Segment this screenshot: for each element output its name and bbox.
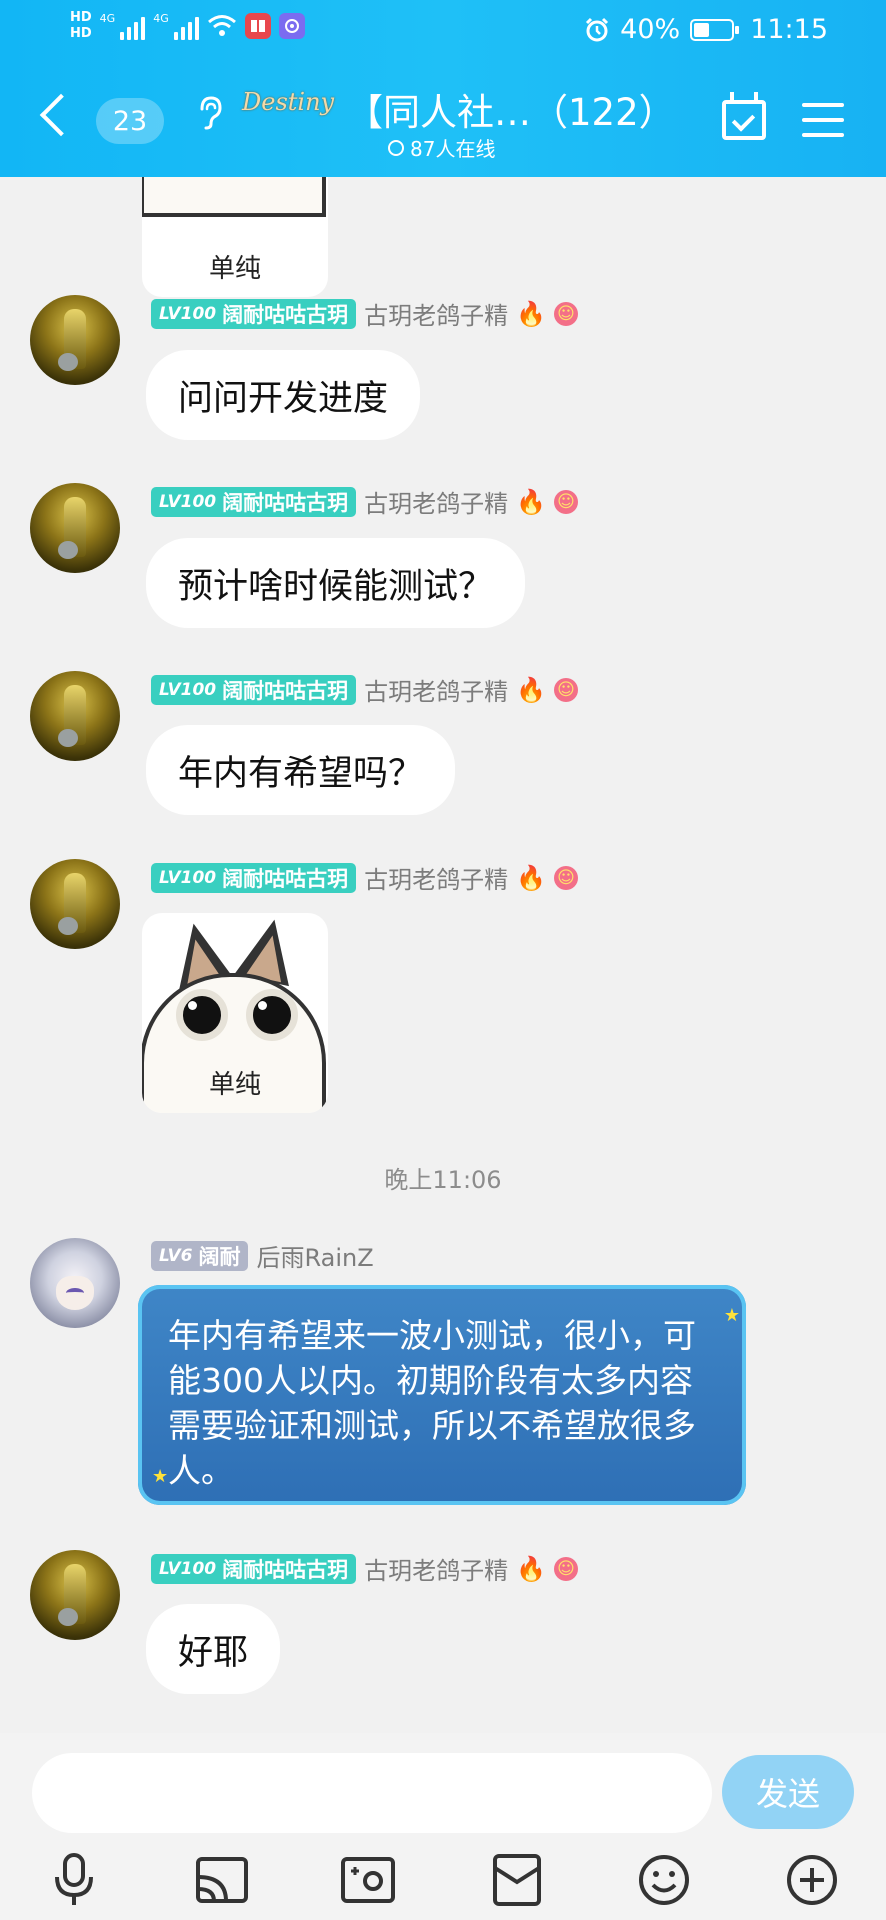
hd-label-2: HD bbox=[70, 26, 92, 41]
fire-icon: 🔥 bbox=[516, 863, 547, 892]
clock: 11:15 bbox=[750, 14, 828, 45]
level-title-badge: LV100 阔耐咕咕古玥 bbox=[151, 1553, 357, 1584]
avatar[interactable] bbox=[30, 1238, 120, 1328]
level-title-badge: LV6 阔耐 bbox=[151, 1240, 249, 1271]
level-title-badge: LV100 阔耐咕咕古玥 bbox=[151, 298, 357, 329]
status-left-icons: HD HD 4G 4G bbox=[70, 10, 305, 42]
avatar[interactable] bbox=[30, 1550, 120, 1640]
message-text: 年内有希望来一波小测试，很小，可能300人以内。初期阶段有太多内容需要验证和测试… bbox=[168, 1316, 696, 1490]
sender-nickname[interactable]: 古玥老鸽子精 bbox=[364, 672, 508, 707]
sticker-label: 单纯 bbox=[208, 1070, 261, 1100]
signal-icon-2: 4G bbox=[153, 12, 199, 40]
message-bubble[interactable]: 好耶 bbox=[146, 1604, 281, 1694]
avatar[interactable] bbox=[30, 671, 120, 761]
level-label: LV100 bbox=[159, 491, 217, 512]
level-label: LV100 bbox=[159, 679, 217, 700]
sender-nickname[interactable]: 古玥老鸽子精 bbox=[364, 484, 508, 519]
online-count-text: 87人在线 bbox=[410, 137, 496, 161]
level-label: LV100 bbox=[159, 1558, 217, 1579]
hd-indicator: HD HD bbox=[70, 10, 92, 42]
network-type-1: 4G bbox=[99, 12, 116, 25]
level-title-badge: LV100 阔耐咕咕古玥 bbox=[151, 486, 357, 517]
send-button[interactable]: 发送 bbox=[722, 1755, 854, 1829]
title-label: 阔耐咕咕古玥 bbox=[222, 490, 349, 515]
sender-nickname[interactable]: 古玥老鸽子精 bbox=[364, 1551, 508, 1586]
fire-icon: 🔥 bbox=[516, 675, 547, 704]
ear-icon[interactable] bbox=[196, 95, 224, 131]
sticker-message[interactable]: 单纯 bbox=[142, 913, 328, 1113]
title-label: 阔耐 bbox=[198, 1244, 241, 1269]
wifi-icon bbox=[207, 15, 236, 36]
title-label: 阔耐咕咕古玥 bbox=[222, 866, 349, 891]
star-icon: ★ bbox=[723, 1305, 740, 1326]
message-list[interactable]: 单纯 LV100 阔耐咕咕古玥 古玥老鸽子精 🔥 ☺ 问问开发进度 LV100 … bbox=[0, 177, 886, 1733]
fire-icon: 🔥 bbox=[516, 1554, 547, 1583]
smile-badge-icon: ☺ bbox=[554, 677, 579, 702]
sender-nickname[interactable]: 古玥老鸽子精 bbox=[364, 860, 508, 895]
message-bubble[interactable]: 问问开发进度 bbox=[146, 350, 421, 440]
sender-row: LV100 阔耐咕咕古玥 古玥老鸽子精 🔥 ☺ bbox=[151, 484, 579, 519]
battery-percent: 40% bbox=[620, 14, 681, 45]
sticker-message[interactable]: 单纯 bbox=[142, 177, 328, 297]
back-icon[interactable] bbox=[39, 93, 83, 137]
message-bubble[interactable]: 预计啥时候能测试？ bbox=[146, 538, 526, 628]
smile-badge-icon: ☺ bbox=[554, 489, 579, 514]
signal-icon-1: 4G bbox=[100, 12, 146, 40]
message-timestamp: 晚上11:06 bbox=[384, 1166, 502, 1194]
sender-nickname[interactable]: 后雨RainZ bbox=[256, 1238, 373, 1273]
red-packet-icon[interactable] bbox=[490, 1853, 544, 1907]
battery-icon bbox=[690, 18, 740, 41]
level-title-badge: LV100 阔耐咕咕古玥 bbox=[151, 862, 357, 893]
level-label: LV100 bbox=[159, 303, 217, 324]
sender-row: LV100 阔耐咕咕古玥 古玥老鸽子精 🔥 ☺ bbox=[151, 860, 579, 895]
group-title[interactable]: 【同人社…（122） bbox=[346, 82, 676, 136]
avatar[interactable] bbox=[30, 295, 120, 385]
unread-count-badge[interactable]: 23 bbox=[96, 98, 164, 144]
title-label: 阔耐咕咕古玥 bbox=[222, 1557, 349, 1582]
network-type-2: 4G bbox=[153, 12, 169, 25]
message-input[interactable] bbox=[32, 1753, 712, 1833]
avatar[interactable] bbox=[30, 859, 120, 949]
level-title-badge: LV100 阔耐咕咕古玥 bbox=[151, 674, 357, 705]
level-label: LV6 bbox=[159, 1245, 193, 1266]
hd-label-1: HD bbox=[70, 10, 92, 25]
message-bubble[interactable]: 年内有希望来一波小测试，很小，可能300人以内。初期阶段有太多内容需要验证和测试… bbox=[138, 1285, 746, 1505]
sender-row: LV100 阔耐咕咕古玥 古玥老鸽子精 🔥 ☺ bbox=[151, 1551, 579, 1586]
menu-icon[interactable] bbox=[802, 103, 844, 137]
calendar-check-icon[interactable] bbox=[722, 92, 766, 140]
title-label: 阔耐咕咕古玥 bbox=[222, 302, 349, 327]
microphone-icon[interactable] bbox=[47, 1853, 101, 1907]
message-bubble[interactable]: 年内有希望吗？ bbox=[146, 725, 456, 815]
online-count: 87人在线 bbox=[388, 133, 495, 162]
book-app-icon bbox=[244, 13, 271, 39]
fire-icon: 🔥 bbox=[516, 299, 547, 328]
sticker-label: 单纯 bbox=[208, 254, 261, 284]
title-label: 阔耐咕咕古玥 bbox=[222, 678, 349, 703]
status-bar: HD HD 4G 4G 40% 11:15 bbox=[0, 0, 886, 66]
add-more-icon[interactable] bbox=[785, 1853, 839, 1907]
level-label: LV100 bbox=[159, 867, 217, 888]
input-bar: 发送 bbox=[0, 1733, 886, 1920]
fire-icon: 🔥 bbox=[516, 487, 547, 516]
group-logo: Destiny bbox=[242, 88, 335, 116]
chat-header: HD HD 4G 4G 40% 11:15 23 Destiny 【同人社…（1… bbox=[0, 0, 886, 177]
status-right-icons: 40% 11:15 bbox=[584, 14, 828, 45]
photo-camera-icon[interactable] bbox=[341, 1853, 395, 1907]
smile-badge-icon: ☺ bbox=[554, 301, 579, 326]
sender-row: LV100 阔耐咕咕古玥 古玥老鸽子精 🔥 ☺ bbox=[151, 672, 579, 707]
emoji-icon[interactable] bbox=[637, 1853, 691, 1907]
smile-badge-icon: ☺ bbox=[554, 1556, 579, 1581]
smile-badge-icon: ☺ bbox=[554, 865, 579, 890]
avatar[interactable] bbox=[30, 483, 120, 573]
sender-row: LV100 阔耐咕咕古玥 古玥老鸽子精 🔥 ☺ bbox=[151, 296, 579, 331]
alarm-icon bbox=[586, 17, 609, 41]
sender-nickname[interactable]: 古玥老鸽子精 bbox=[364, 296, 508, 331]
music-app-icon bbox=[278, 13, 305, 39]
sender-row: LV6 阔耐 后雨RainZ bbox=[151, 1238, 374, 1273]
cast-screen-icon[interactable] bbox=[195, 1853, 249, 1907]
online-icon bbox=[388, 139, 404, 156]
star-icon: ★ bbox=[152, 1466, 169, 1487]
